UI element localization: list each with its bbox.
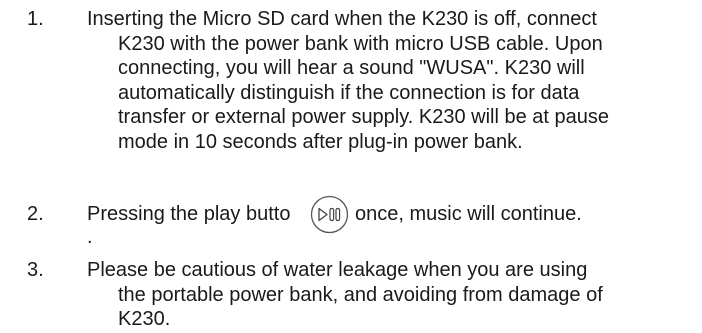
step-text: Please be cautious of water leakage when… (87, 258, 687, 332)
step-number: 3. (27, 259, 44, 281)
step-line: transfer or external power supply. K230 … (118, 106, 610, 128)
step-line: Please be cautious of water leakage when… (87, 259, 588, 281)
step-line: Inserting the Micro SD card when the K23… (87, 8, 597, 30)
step-line-after-icon: once, music will continue. (355, 203, 582, 225)
step-text: Inserting the Micro SD card when the K23… (87, 7, 687, 154)
step-line: connecting, you will hear a sound "WUSA"… (118, 57, 585, 79)
step-line: K230. (118, 308, 171, 330)
step-line: the portable power bank, and avoiding fr… (118, 283, 603, 306)
step-line: mode in 10 seconds after plug-in power b… (118, 130, 523, 153)
play-pause-button-icon (310, 195, 349, 234)
step-line: automatically distinguish if the connect… (118, 81, 580, 104)
step-number: 1. (27, 8, 44, 30)
instruction-document: 1. Inserting the Micro SD card when the … (0, 0, 702, 333)
step-trailing-dot: . (87, 226, 93, 248)
step-line: K230 with the power bank with micro USB … (118, 32, 603, 55)
step-number: 2. (27, 203, 44, 225)
